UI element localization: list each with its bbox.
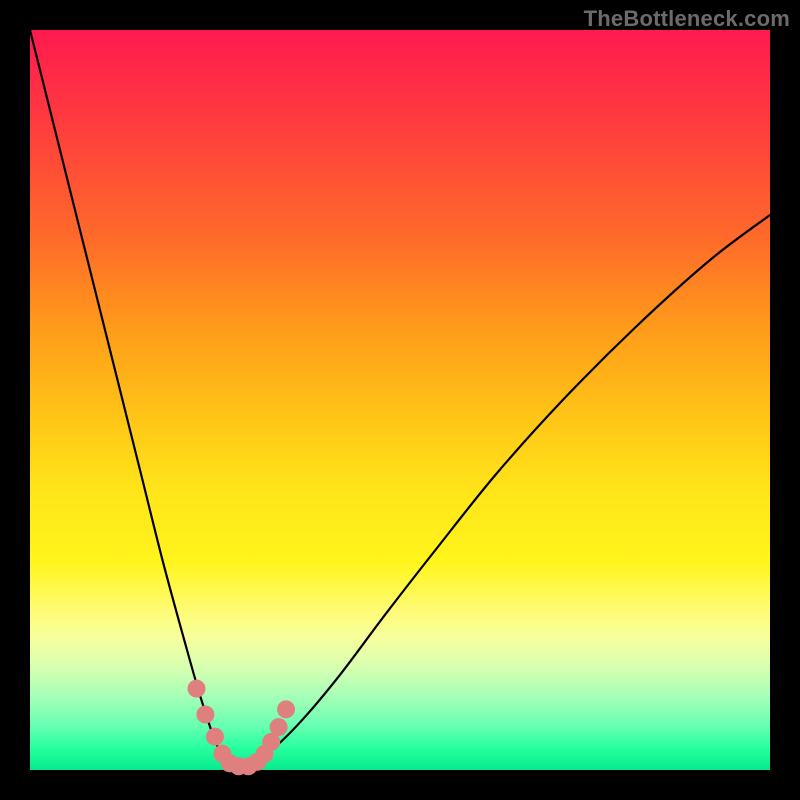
curve-marker: [206, 728, 224, 746]
bottleneck-curve: [30, 30, 770, 770]
curve-marker: [277, 700, 295, 718]
plot-area: [30, 30, 770, 770]
chart-stage: TheBottleneck.com: [0, 0, 800, 800]
curve-marker: [270, 718, 288, 736]
curve-svg: [30, 30, 770, 770]
watermark-text: TheBottleneck.com: [584, 6, 790, 32]
curve-marker: [196, 706, 214, 724]
curve-marker: [188, 680, 206, 698]
marker-group: [188, 680, 296, 776]
